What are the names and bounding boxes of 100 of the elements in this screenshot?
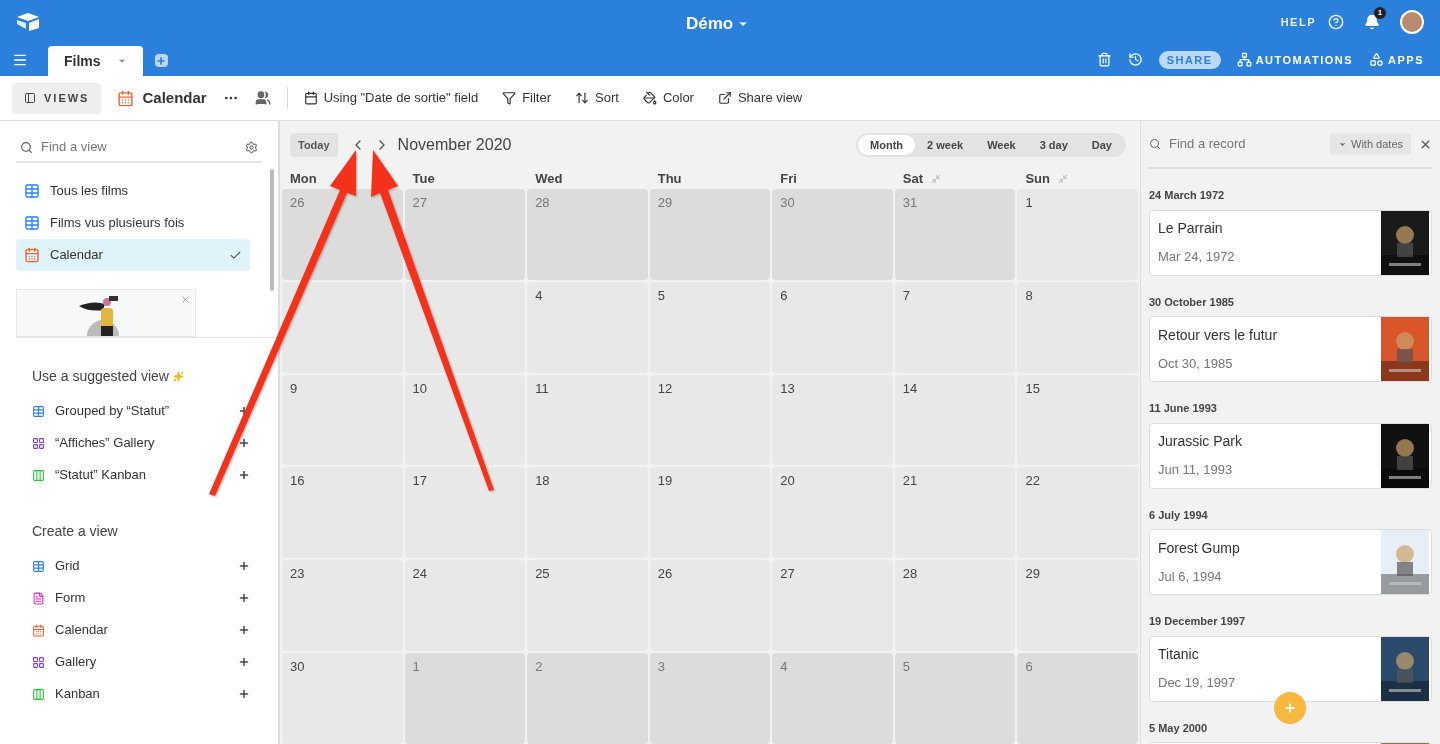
- day-cell[interactable]: 6: [772, 281, 893, 373]
- record-card[interactable]: Jurassic Park Jun 11, 1993: [1149, 422, 1432, 489]
- people-icon[interactable]: [254, 90, 271, 106]
- day-cell[interactable]: 16: [282, 467, 403, 559]
- range-tab[interactable]: Day: [1079, 135, 1124, 155]
- day-cell[interactable]: 27: [772, 560, 893, 652]
- record-search-field[interactable]: Find a record: [1169, 134, 1319, 154]
- views-toggle[interactable]: VIEWS: [12, 82, 102, 114]
- day-cell[interactable]: 5: [649, 281, 771, 373]
- day-cell[interactable]: 18: [527, 467, 648, 559]
- plus-icon[interactable]: [238, 437, 250, 449]
- plus-icon[interactable]: [238, 688, 250, 700]
- history-icon[interactable]: [1127, 52, 1143, 68]
- record-card[interactable]: Forest Gump Jul 6, 1994: [1149, 529, 1432, 595]
- menu-icon[interactable]: [12, 52, 28, 68]
- add-table-icon[interactable]: [154, 54, 168, 67]
- help-icon[interactable]: [1328, 14, 1344, 30]
- table-tab[interactable]: Films: [48, 46, 143, 76]
- base-title[interactable]: Démo: [686, 11, 750, 37]
- create-view-item[interactable]: Kanban: [32, 678, 250, 710]
- day-cell[interactable]: 17: [404, 467, 526, 559]
- day-cell[interactable]: 9: [282, 374, 403, 466]
- range-tab[interactable]: 2 week: [915, 135, 976, 155]
- search-field[interactable]: Find a view: [41, 137, 237, 157]
- plus-icon[interactable]: [238, 469, 250, 481]
- toolbar-button[interactable]: Using "Date de sortie" field: [303, 88, 479, 108]
- day-cell[interactable]: 1: [1017, 189, 1138, 280]
- create-view-item[interactable]: Calendar: [32, 614, 250, 646]
- calendar-icon: [32, 623, 45, 637]
- calendar-icon: [24, 247, 40, 263]
- day-cell[interactable]: 24: [404, 560, 526, 652]
- view-name[interactable]: Calendar: [142, 86, 207, 110]
- plus-icon[interactable]: [238, 656, 250, 668]
- day-cell[interactable]: 25: [527, 560, 648, 652]
- weekday-label: Thu: [657, 170, 682, 189]
- range-tab[interactable]: Month: [858, 135, 916, 155]
- record-date: Dec 19, 1997: [1158, 674, 1237, 693]
- record-date: Jul 6, 1994: [1158, 567, 1223, 586]
- toolbar-button[interactable]: Color: [642, 88, 694, 108]
- help-link[interactable]: HELP: [1280, 13, 1316, 31]
- day-cell[interactable]: 29: [1017, 560, 1138, 652]
- weekday-label: Sun: [1025, 170, 1050, 189]
- day-cell[interactable]: 20: [772, 467, 893, 559]
- settings-icon[interactable]: [245, 140, 258, 154]
- weekday-label: Fri: [780, 170, 797, 189]
- day-cell[interactable]: 14: [894, 374, 1016, 466]
- create-view-item[interactable]: Grid: [32, 550, 250, 582]
- notification-icon[interactable]: [1364, 14, 1380, 30]
- trash-icon[interactable]: [1096, 52, 1112, 68]
- plus-icon[interactable]: [238, 624, 250, 636]
- create-view-item[interactable]: Gallery: [32, 646, 250, 678]
- view-item[interactable]: Films vus plusieurs fois: [16, 207, 250, 239]
- day-cell[interactable]: 7: [894, 281, 1016, 373]
- day-cell[interactable]: 8: [1017, 281, 1138, 373]
- day-cell[interactable]: 30: [282, 653, 403, 744]
- day-cell[interactable]: 19: [649, 467, 771, 559]
- day-cell[interactable]: 12: [649, 374, 771, 466]
- plus-icon[interactable]: [238, 592, 250, 604]
- day-cell[interactable]: 4: [527, 281, 648, 373]
- logo-icon[interactable]: [16, 12, 40, 32]
- today-button[interactable]: Today: [290, 133, 338, 157]
- automations-button[interactable]: AUTOMATIONS: [1236, 51, 1354, 68]
- weekday-label: Tue: [412, 170, 435, 189]
- apps-button[interactable]: APPS: [1369, 51, 1424, 68]
- sparkles-icon: [172, 371, 184, 382]
- day-cell[interactable]: [404, 281, 526, 373]
- day-cell[interactable]: 21: [894, 467, 1016, 559]
- filter-dropdown[interactable]: With dates: [1330, 133, 1411, 155]
- record-card[interactable]: Retour vers le futur Oct 30, 1985: [1149, 316, 1432, 382]
- toolbar-button[interactable]: Sort: [575, 88, 619, 108]
- day-cell[interactable]: 26: [649, 560, 771, 652]
- record-card[interactable]: Titanic Dec 19, 1997: [1149, 635, 1432, 702]
- filter-icon: [502, 91, 517, 105]
- range-tab[interactable]: Week: [975, 135, 1028, 155]
- suggested-view[interactable]: Grouped by “Statut”: [32, 395, 250, 427]
- day-cell[interactable]: 15: [1017, 374, 1138, 466]
- plus-icon[interactable]: [238, 560, 250, 572]
- suggested-view[interactable]: “Affiches” Gallery: [32, 427, 250, 459]
- toolbar-button[interactable]: Share view: [717, 88, 803, 108]
- day-cell[interactable]: [282, 281, 403, 373]
- close-icon[interactable]: [1419, 137, 1432, 151]
- day-cell[interactable]: 28: [894, 560, 1016, 652]
- date-group-label: 30 October 1985: [1149, 294, 1235, 310]
- toolbar-button[interactable]: Filter: [502, 88, 552, 108]
- day-cell[interactable]: 22: [1017, 467, 1138, 559]
- day-cell[interactable]: 11: [527, 374, 648, 466]
- range-tab[interactable]: 3 day: [1027, 135, 1080, 155]
- day-cell[interactable]: 10: [404, 374, 526, 466]
- view-item[interactable]: Tous les films: [16, 175, 250, 207]
- day-cell[interactable]: 23: [282, 560, 403, 652]
- shapes-icon: [1369, 52, 1385, 68]
- record-card[interactable]: Le Parrain Mar 24, 1972: [1149, 209, 1432, 276]
- weekday-label: Mon: [290, 170, 317, 189]
- section-title: Create a view: [32, 522, 119, 541]
- grid-icon: [32, 559, 45, 573]
- avatar[interactable]: [1400, 10, 1424, 34]
- view-item[interactable]: Calendar: [16, 239, 250, 271]
- day-cell[interactable]: 13: [772, 374, 893, 466]
- suggested-view[interactable]: “Statut” Kanban: [32, 459, 250, 491]
- create-view-item[interactable]: Form: [32, 582, 250, 614]
